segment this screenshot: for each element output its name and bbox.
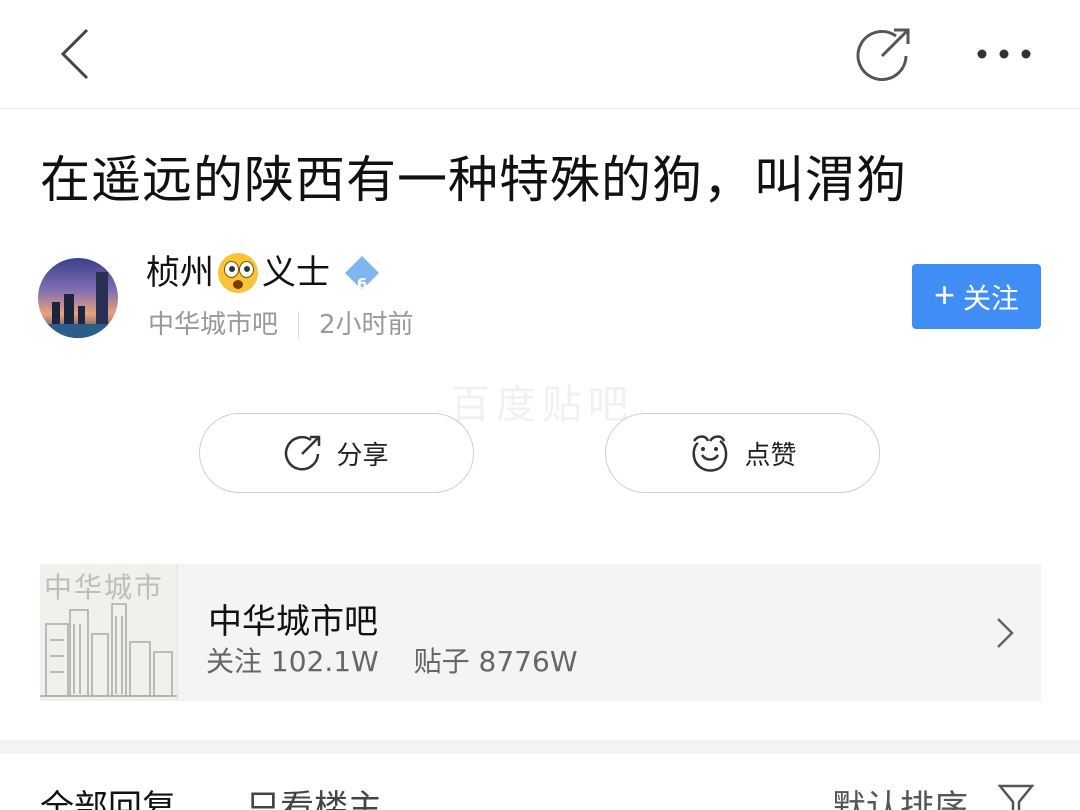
top-navigation-bar	[0, 0, 1080, 109]
level-badge: 6	[344, 255, 380, 293]
share-icon	[856, 28, 910, 81]
filter-icon[interactable]	[998, 784, 1034, 810]
share-icon	[285, 435, 321, 471]
level-number: 6	[356, 275, 368, 293]
reply-tabs-bar: 全部回复 只看楼主 默认排序	[0, 770, 1080, 810]
author-name[interactable]: 桢州 义士 6	[146, 250, 380, 296]
author-name-suffix: 义士	[262, 253, 330, 293]
meta-forum-name[interactable]: 中华城市吧	[148, 306, 278, 344]
avatar-building	[64, 294, 74, 328]
sort-selector[interactable]: 默认排序	[832, 780, 968, 810]
tab-all-replies[interactable]: 全部回复	[40, 780, 176, 810]
share-label: 分享	[336, 440, 389, 471]
avatar-water	[38, 324, 118, 338]
meta-time: 2小时前	[319, 310, 414, 340]
like-label: 点赞	[744, 440, 797, 471]
forum-card-stats: 关注 102.1W 贴子 8776W	[206, 640, 578, 680]
astonished-face-emoji-icon	[218, 253, 258, 293]
chevron-left-icon	[60, 28, 89, 80]
more-options-button[interactable]	[966, 22, 1042, 86]
post-meta: 中华城市吧 2小时前	[148, 306, 414, 344]
follow-label: 关注	[963, 282, 1020, 314]
like-button[interactable]: 点赞	[605, 413, 880, 493]
meta-separator	[298, 311, 300, 339]
forum-card-name: 中华城市吧	[208, 602, 378, 642]
plus-icon: +	[933, 273, 955, 315]
share-button[interactable]: 分享	[199, 413, 474, 493]
like-face-icon	[692, 435, 728, 472]
avatar-tower	[96, 272, 108, 328]
author-avatar[interactable]	[38, 258, 118, 338]
forum-posts: 贴子 8776W	[413, 645, 578, 678]
follow-button[interactable]: + 关注	[912, 264, 1041, 329]
forum-followers: 关注 102.1W	[206, 645, 379, 678]
chevron-right-icon	[997, 618, 1014, 648]
more-horizontal-icon	[977, 49, 1031, 59]
city-skyline-icon	[40, 603, 177, 697]
post-title: 在遥远的陕西有一种特殊的狗，叫渭狗	[40, 151, 907, 209]
forum-thumbnail: 中华城市	[40, 564, 178, 701]
back-button[interactable]	[40, 22, 110, 86]
section-divider	[0, 740, 1080, 754]
author-name-prefix: 桢州	[146, 253, 214, 293]
watermark: 百度贴吧	[450, 382, 634, 428]
tab-only-owner[interactable]: 只看楼主	[246, 780, 382, 810]
share-button-top[interactable]	[848, 22, 920, 86]
forum-card[interactable]: 中华城市 中华城市吧 关注 102.1W 贴子 8776W	[40, 564, 1041, 701]
